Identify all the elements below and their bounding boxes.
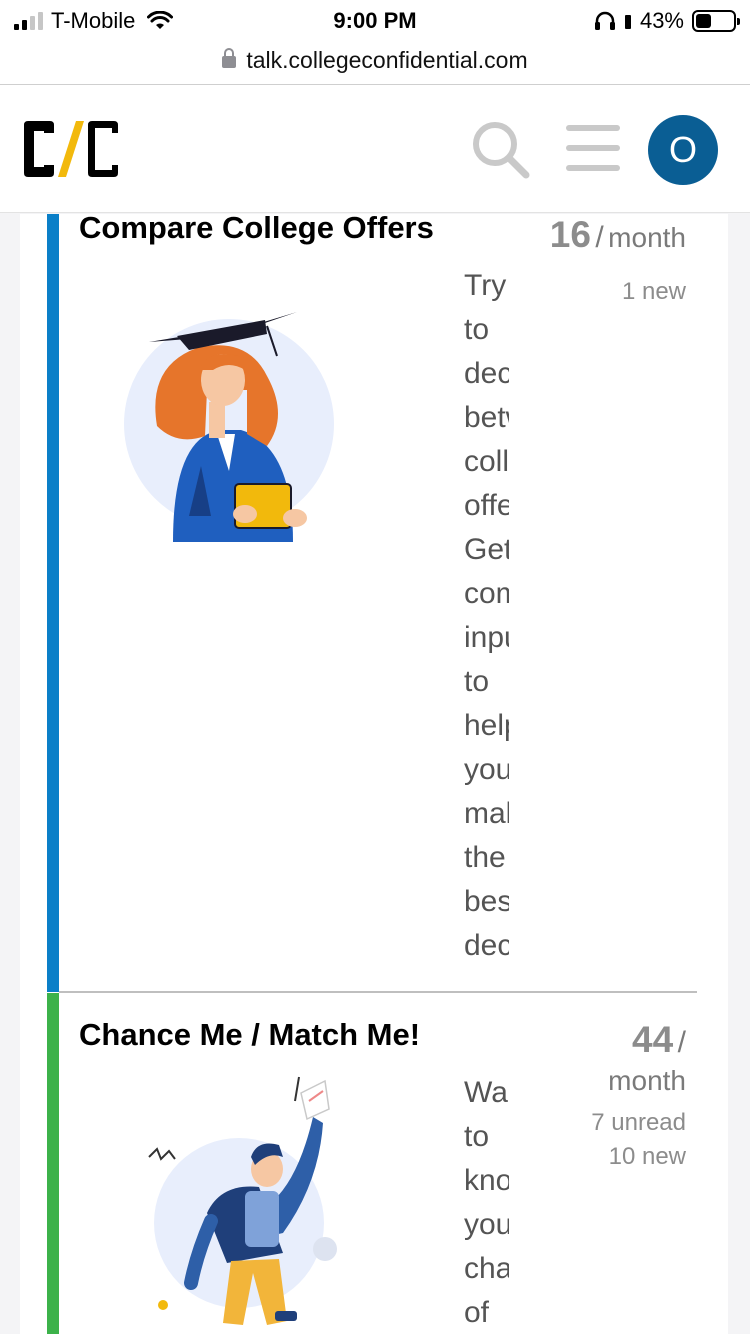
- category-stats: 44 / month 7 unread 10 new: [591, 1019, 686, 1171]
- description-word: between: [464, 401, 509, 434]
- description-word: of: [464, 1296, 490, 1329]
- menu-icon-bar: [566, 145, 620, 151]
- site-header: O: [0, 85, 750, 213]
- description-word: to: [464, 665, 490, 698]
- description-word: know: [464, 1164, 509, 1197]
- description-word: to: [464, 313, 490, 346]
- description-word: decide: [464, 357, 509, 390]
- status-right: 43%: [594, 8, 740, 34]
- category-description: Want to know your chances of: [464, 1071, 509, 1334]
- description-word: offers?: [464, 489, 509, 522]
- menu-icon-bar: [566, 165, 620, 171]
- category-item[interactable]: Compare College Offers 16 / month 1 new: [47, 214, 697, 992]
- stats-slash: /: [677, 1026, 686, 1059]
- headphones-icon: [594, 11, 615, 30]
- new-count[interactable]: 1 new: [550, 278, 686, 306]
- category-title[interactable]: Chance Me / Match Me!: [79, 1017, 420, 1053]
- user-avatar[interactable]: O: [648, 115, 718, 185]
- category-description: Try to decide between college offers? Get commu…: [464, 264, 509, 968]
- category-title[interactable]: Compare College Offers: [79, 214, 434, 246]
- stats-slash: /: [595, 221, 604, 254]
- topic-count: 16: [549, 214, 591, 255]
- description-word: Try: [464, 269, 507, 302]
- student-illustration: [148, 1076, 337, 1325]
- graduate-illustration: [124, 312, 334, 542]
- category-color-bar: [47, 993, 59, 1334]
- search-icon: [473, 122, 530, 179]
- url-text: talk.collegeconfidential.com: [246, 46, 528, 73]
- description-word: best: [464, 885, 509, 918]
- description-word: Get: [464, 533, 509, 566]
- description-word: community: [464, 577, 509, 610]
- menu-icon-bar: [566, 125, 620, 131]
- battery-fill: [696, 14, 712, 28]
- lock-icon: [222, 48, 237, 68]
- description-word: make: [464, 797, 509, 830]
- battery-percent: 43%: [639, 8, 684, 33]
- orientation-lock-icon: [624, 15, 631, 29]
- category-item[interactable]: Chance Me / Match Me! 44 / month 7 unrea…: [47, 993, 697, 1334]
- description-word: college: [464, 445, 509, 478]
- stats-period: month: [608, 222, 686, 253]
- category-stats: 16 / month 1 new: [550, 214, 686, 306]
- description-word: input: [464, 621, 509, 654]
- unread-count[interactable]: 7 unread: [591, 1109, 686, 1137]
- description-word: you: [464, 753, 509, 786]
- search-button[interactable]: [470, 119, 532, 181]
- description-word: to: [464, 1120, 490, 1153]
- topic-count: 44: [632, 1019, 674, 1060]
- category-color-bar: [47, 214, 59, 992]
- description-word: decision: [464, 929, 509, 962]
- new-count[interactable]: 10 new: [591, 1143, 686, 1171]
- description-word: the: [464, 841, 506, 874]
- url-bar[interactable]: talk.collegeconfidential.com: [0, 36, 750, 84]
- battery-icon: [692, 10, 740, 32]
- stats-period: month: [608, 1065, 686, 1096]
- description-word: chances: [464, 1252, 509, 1285]
- description-word: help: [464, 709, 509, 742]
- category-list: Compare College Offers 16 / month 1 new: [20, 214, 728, 1334]
- menu-button[interactable]: [566, 125, 620, 173]
- description-word: your: [464, 1208, 509, 1241]
- description-word: Want: [464, 1076, 509, 1109]
- site-logo[interactable]: [20, 119, 124, 179]
